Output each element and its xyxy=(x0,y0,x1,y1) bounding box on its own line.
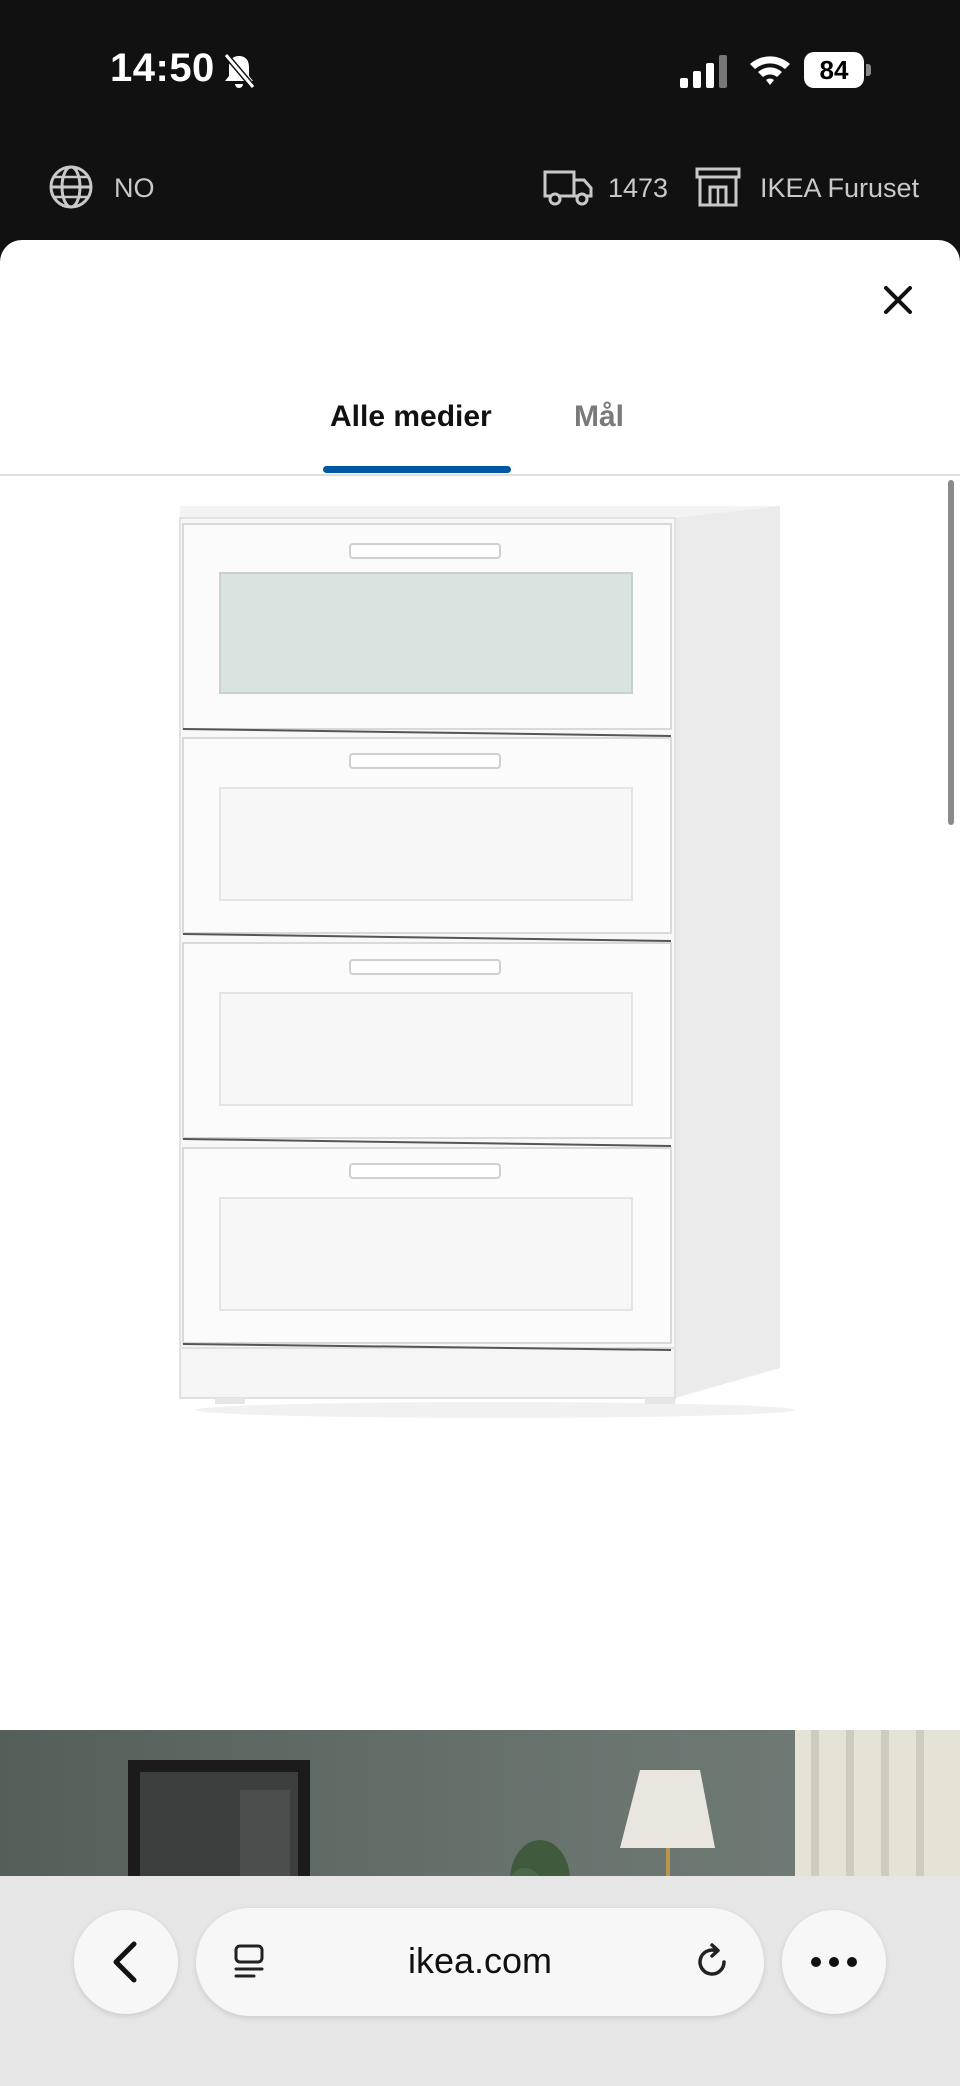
battery-icon: 84 xyxy=(804,52,871,88)
bell-slash-icon xyxy=(223,53,256,89)
more-icon xyxy=(811,1957,857,1967)
close-icon[interactable] xyxy=(878,280,918,320)
store-name[interactable]: IKEA Furuset xyxy=(760,173,919,204)
language-selector[interactable]: NO xyxy=(114,173,155,204)
scrollbar[interactable] xyxy=(948,480,954,825)
wifi-icon xyxy=(750,56,790,85)
more-button[interactable] xyxy=(782,1910,886,2014)
media-tabs: Alle medier Mål xyxy=(0,370,960,476)
postal-code[interactable]: 1473 xyxy=(608,173,668,204)
cellular-signal-icon xyxy=(680,55,727,88)
tab-all-media[interactable]: Alle medier xyxy=(330,400,492,434)
media-modal: Alle medier Mål xyxy=(0,240,960,1876)
tab-dimensions[interactable]: Mål xyxy=(574,400,624,434)
status-time: 14:50 xyxy=(110,46,215,90)
room-image[interactable] xyxy=(0,1730,960,1876)
reload-icon[interactable] xyxy=(690,1940,734,1984)
store-icon[interactable] xyxy=(694,165,742,209)
product-image[interactable] xyxy=(175,498,795,1420)
media-gallery[interactable] xyxy=(0,478,960,1876)
chevron-left-icon xyxy=(113,1941,137,1983)
active-tab-indicator xyxy=(323,466,511,473)
globe-icon[interactable] xyxy=(48,164,94,210)
address-bar[interactable]: ikea.com xyxy=(196,1908,764,2016)
back-button[interactable] xyxy=(74,1910,178,2014)
delivery-truck-icon[interactable] xyxy=(542,166,594,208)
battery-level: 84 xyxy=(804,52,864,88)
status-bar: 14:50 84 xyxy=(0,0,960,140)
ikea-header: NO 1473 IKEA Furuset xyxy=(0,140,960,240)
browser-toolbar: ikea.com xyxy=(0,1876,960,2086)
url-text[interactable]: ikea.com xyxy=(196,1940,764,1982)
